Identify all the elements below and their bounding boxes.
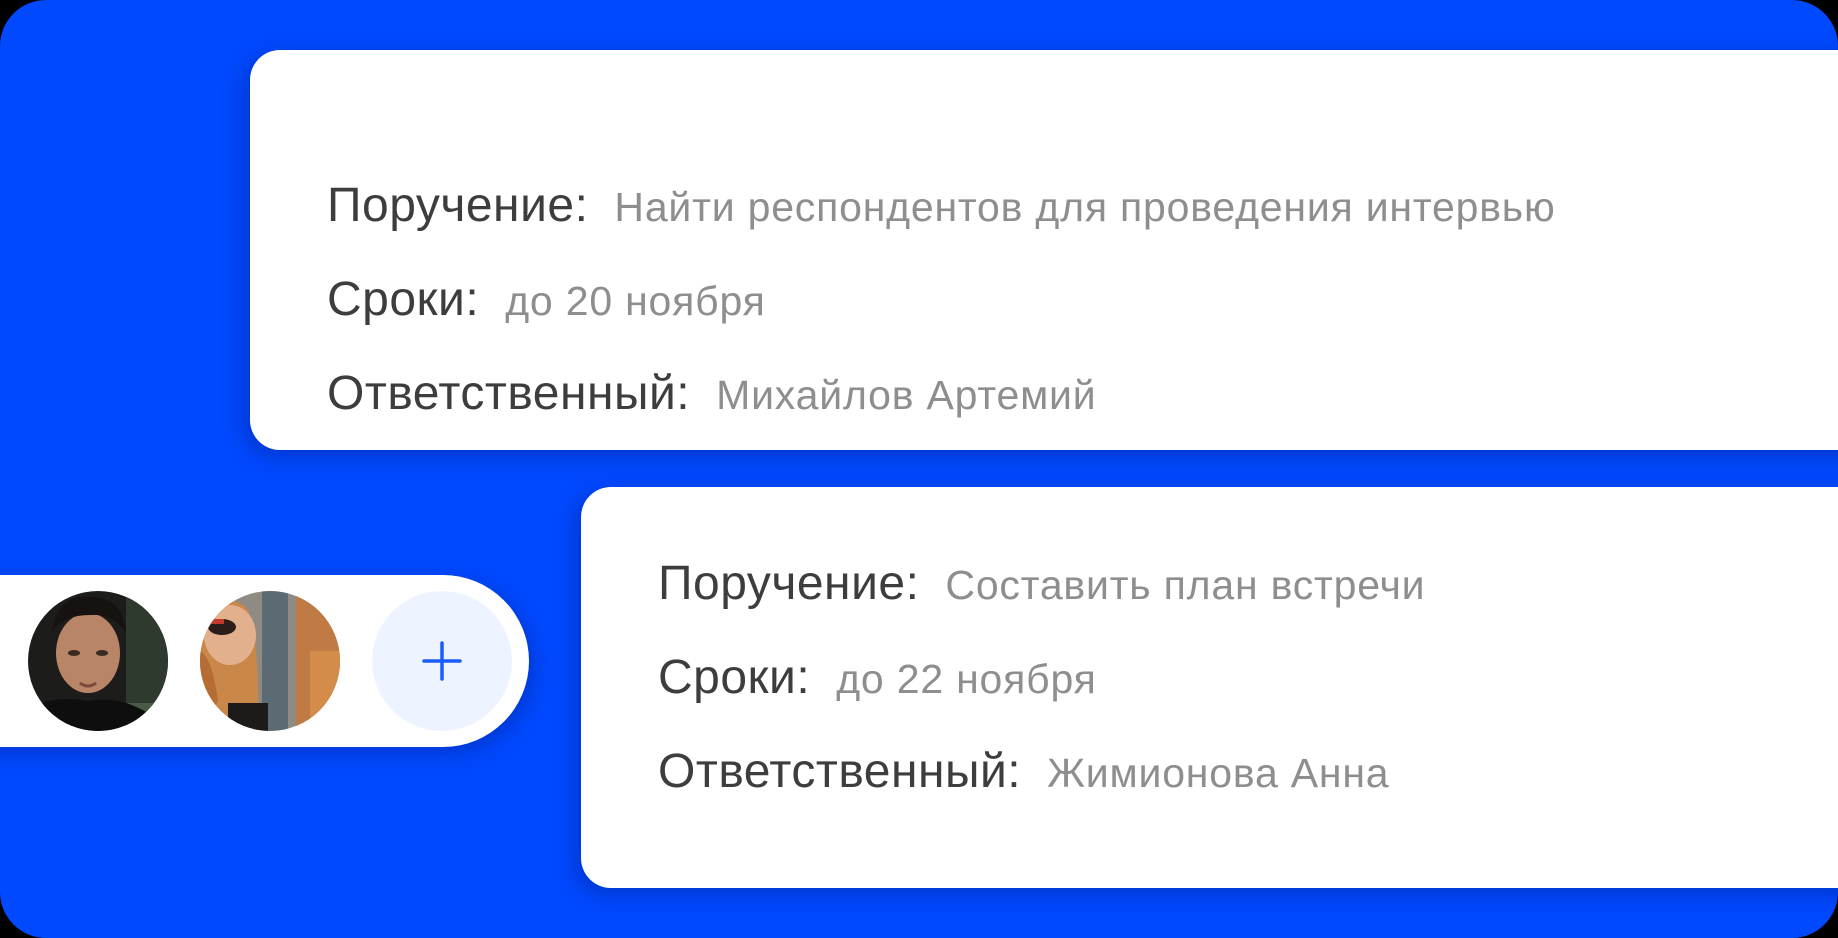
add-participant-button[interactable]: [372, 591, 512, 731]
task-card[interactable]: Поручение: Найти респондентов для провед…: [250, 50, 1838, 450]
responsible-value: Жимионова Анна: [1047, 750, 1390, 796]
responsible-row: Ответственный: Михайлов Артемий: [327, 366, 1096, 421]
assignment-label: Поручение:: [658, 557, 920, 610]
deadline-value: до 22 ноября: [836, 656, 1097, 702]
background-panel: Поручение: Найти респондентов для провед…: [0, 0, 1838, 938]
avatar[interactable]: [28, 591, 168, 731]
assignment-value: Найти респондентов для проведения интерв…: [614, 184, 1556, 230]
responsible-label: Ответственный:: [327, 367, 691, 420]
assignment-label: Поручение:: [327, 179, 589, 232]
deadline-value: до 20 ноября: [505, 278, 766, 324]
responsible-label: Ответственный:: [658, 745, 1022, 798]
plus-icon: [422, 641, 462, 681]
assignment-value: Составить план встречи: [945, 562, 1426, 608]
task-card[interactable]: Поручение: Составить план встречи Сроки:…: [581, 487, 1838, 888]
deadline-row: Сроки: до 20 ноября: [327, 272, 766, 327]
assignment-row: Поручение: Найти респондентов для провед…: [327, 178, 1556, 233]
deadline-row: Сроки: до 22 ноября: [658, 650, 1097, 705]
avatar[interactable]: [200, 591, 340, 731]
deadline-label: Сроки:: [658, 651, 811, 704]
participants-bar: [0, 575, 529, 747]
person-photo-icon: [28, 591, 168, 731]
assignment-row: Поручение: Составить план встречи: [658, 556, 1425, 611]
responsible-row: Ответственный: Жимионова Анна: [658, 744, 1389, 799]
person-photo-icon: [200, 591, 340, 731]
responsible-value: Михайлов Артемий: [716, 372, 1097, 418]
deadline-label: Сроки:: [327, 273, 480, 326]
